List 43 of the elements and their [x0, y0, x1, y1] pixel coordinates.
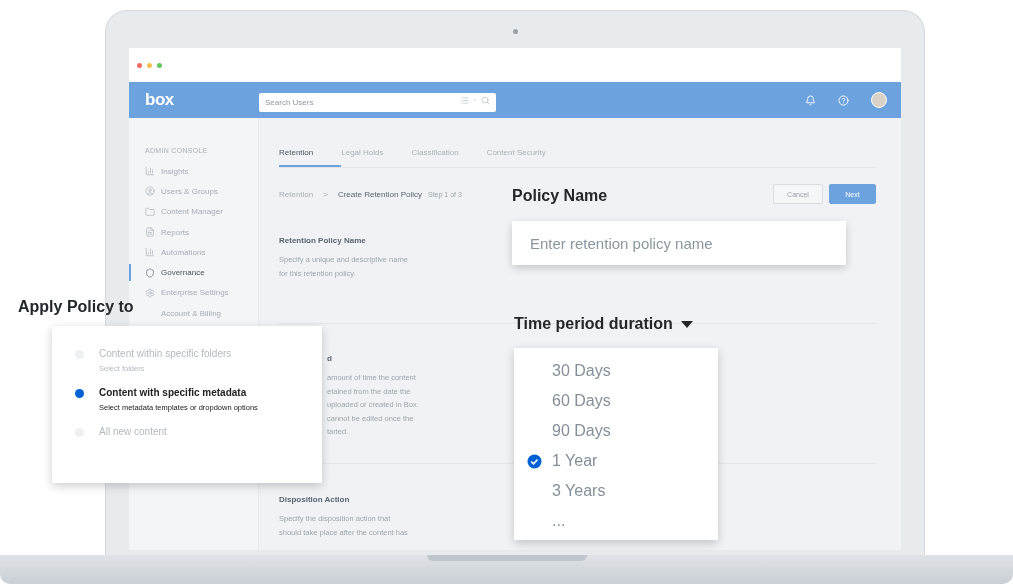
tab[interactable]: Legal Holds [341, 140, 412, 167]
settings-icon [145, 287, 155, 298]
dropdown-option[interactable]: 1 Year [514, 446, 718, 476]
logo[interactable]: box [145, 90, 259, 110]
help-icon[interactable] [838, 94, 849, 106]
section-title: Retention Policy Name [279, 236, 366, 245]
minimize-dot-icon[interactable] [147, 62, 152, 68]
avatar[interactable] [871, 92, 887, 108]
input-field[interactable]: Enter retention policy name [512, 221, 846, 265]
bell-icon[interactable] [805, 94, 816, 106]
dropdown-option[interactable]: 3 Years [514, 476, 718, 506]
dropdown-option[interactable]: 30 Days [514, 356, 718, 386]
folder-icon [145, 206, 155, 217]
breadcrumb-link[interactable]: Retention [279, 189, 314, 199]
breadcrumb-separator: > [323, 189, 328, 199]
option-label: Content with specific metadata [99, 387, 248, 398]
shield-icon [145, 267, 155, 278]
close-dot-icon[interactable] [137, 62, 142, 68]
search-icon[interactable] [481, 95, 490, 105]
list-icon[interactable] [460, 95, 469, 105]
section-title: d [327, 354, 332, 363]
caret-icon[interactable] [680, 320, 693, 328]
bar-chart-icon [145, 166, 155, 177]
option-label: Content within specific folders [99, 348, 232, 359]
dropdown-option[interactable]: ... [514, 506, 718, 536]
policy-name-title: Policy Name [512, 187, 608, 205]
option-label: All new content [99, 426, 167, 437]
document-icon [145, 227, 155, 238]
camera-icon [512, 29, 518, 34]
bar-chart-icon [145, 247, 155, 258]
tab[interactable]: Classification [411, 140, 487, 167]
dropdown-option[interactable]: 90 Days [514, 416, 718, 446]
breadcrumb-current: Create Retention Policy [337, 189, 422, 199]
search-field[interactable]: Search Users [259, 92, 496, 112]
tab[interactable]: Retention [279, 140, 342, 167]
apply-policy-title: Apply Policy to [18, 298, 134, 316]
maximize-dot-icon[interactable] [157, 62, 162, 68]
user-icon [145, 186, 155, 197]
time-period-title: Time period duration [514, 315, 673, 333]
dropdown-option[interactable]: 60 Days [514, 386, 718, 416]
radio-button[interactable] [75, 389, 84, 398]
section-title: Disposition Action [279, 495, 350, 504]
tab[interactable]: Content Security [486, 140, 574, 167]
